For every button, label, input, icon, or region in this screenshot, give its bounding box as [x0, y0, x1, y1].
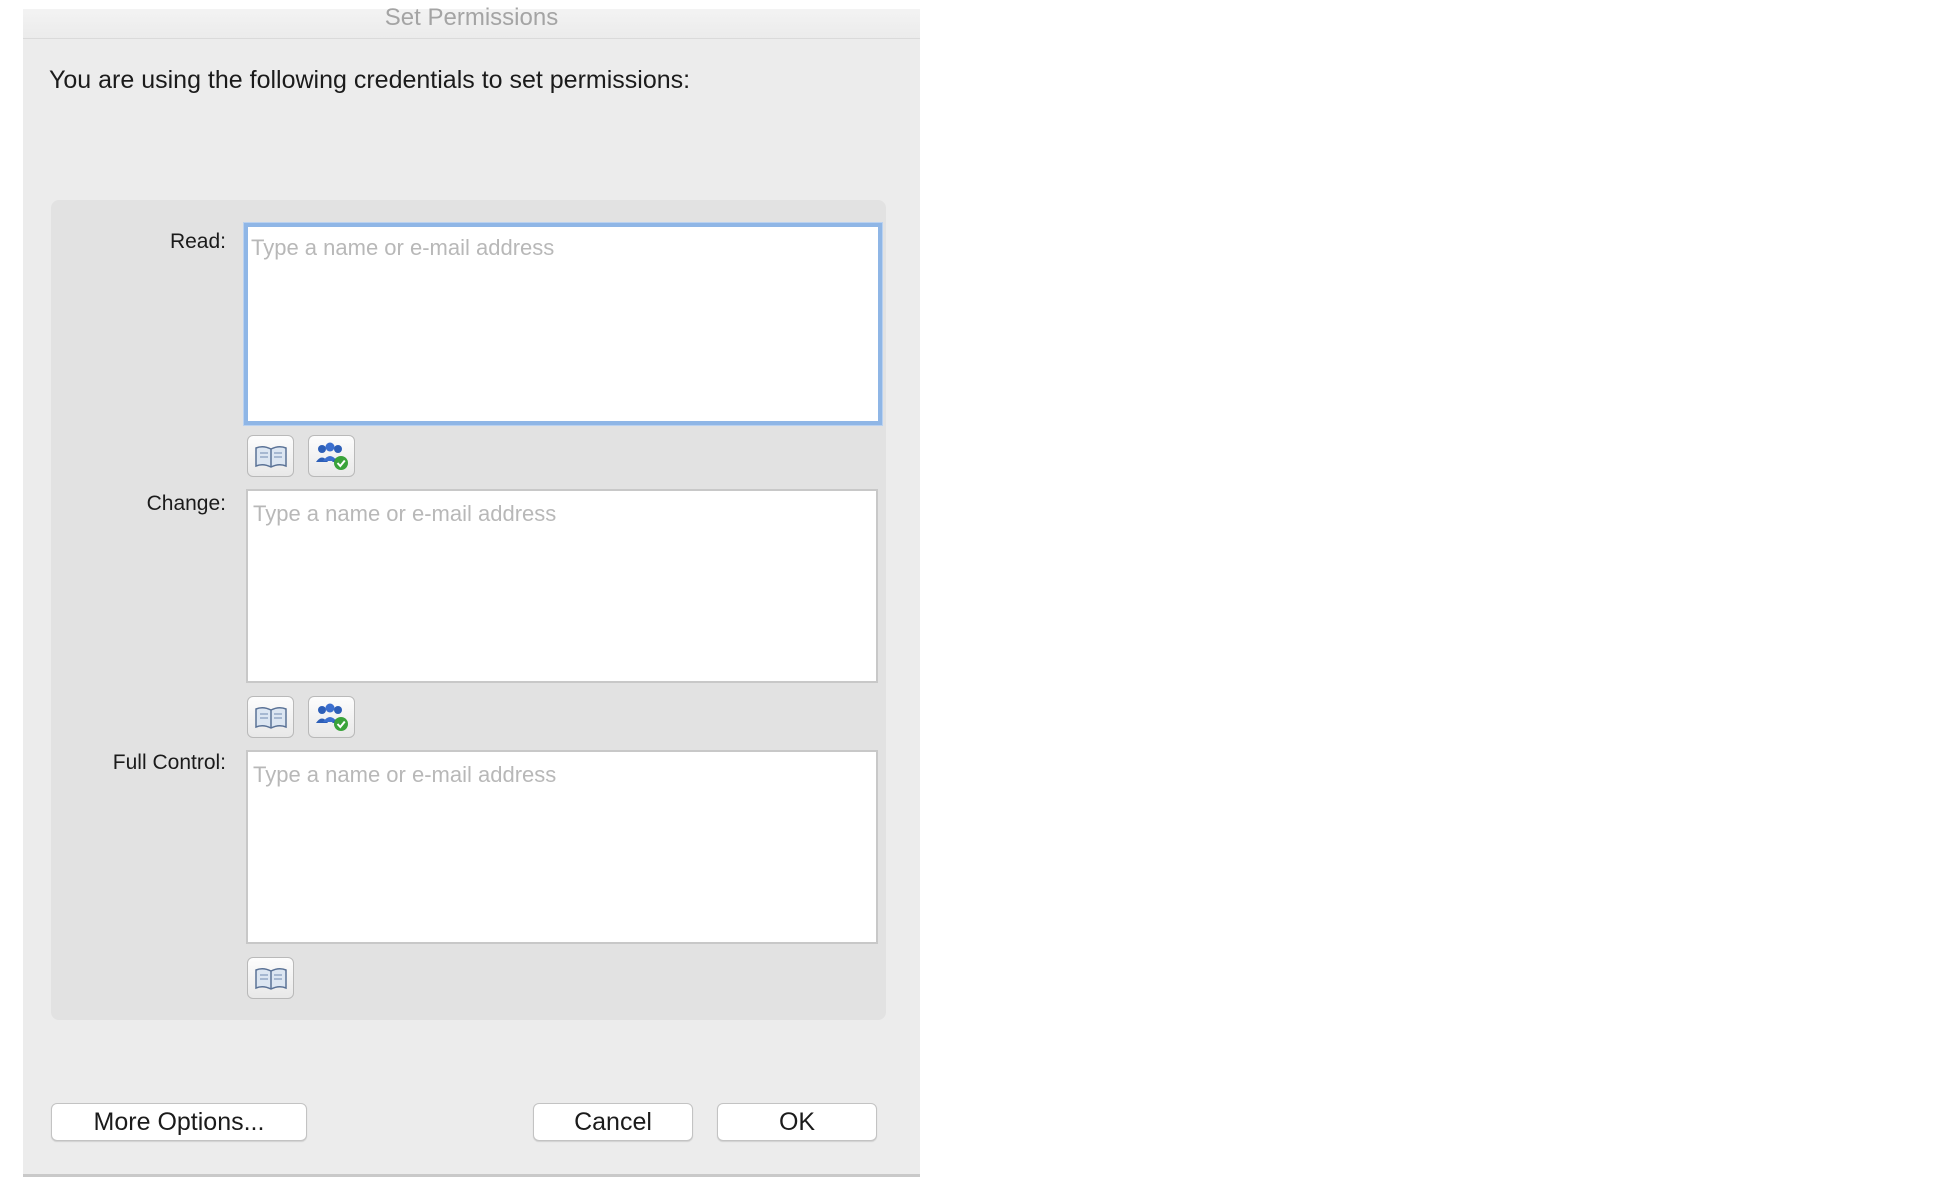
dialog-titlebar[interactable]: Set Permissions — [23, 4, 920, 39]
check-names-icon — [315, 442, 348, 470]
address-book-icon — [254, 445, 287, 468]
credentials-text: You are using the following credentials … — [49, 66, 691, 94]
full-control-label: Full Control: — [112, 751, 226, 774]
read-check-names-button[interactable] — [308, 435, 355, 477]
change-address-book-button[interactable] — [247, 696, 294, 738]
change-input[interactable] — [246, 489, 878, 683]
full-control-address-book-button[interactable] — [247, 957, 294, 999]
address-book-icon — [254, 967, 287, 990]
set-permissions-dialog: Set Permissions You are using the follow… — [23, 4, 920, 1177]
cancel-button[interactable]: Cancel — [533, 1103, 693, 1141]
read-input[interactable] — [244, 223, 882, 425]
permissions-panel: Read: Chang — [51, 200, 886, 1020]
check-names-icon — [315, 703, 348, 731]
read-address-book-button[interactable] — [247, 435, 294, 477]
full-control-input[interactable] — [246, 750, 878, 944]
read-label: Read: — [169, 230, 226, 253]
change-label: Change: — [146, 492, 226, 515]
dialog-title: Set Permissions — [384, 4, 559, 31]
change-check-names-button[interactable] — [308, 696, 355, 738]
ok-button[interactable]: OK — [717, 1103, 877, 1141]
address-book-icon — [254, 706, 287, 729]
more-options-button[interactable]: More Options... — [51, 1103, 307, 1141]
